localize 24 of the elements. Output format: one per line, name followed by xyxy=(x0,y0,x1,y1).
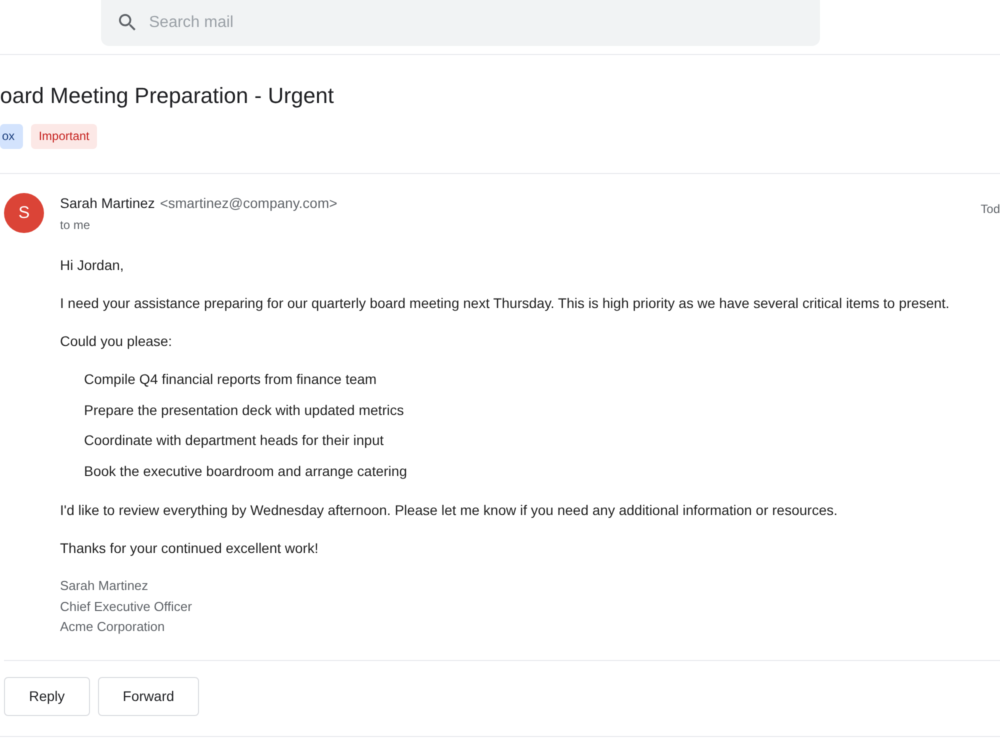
search-icon xyxy=(119,14,136,31)
list-item: Prepare the presentation deck with updated metrics xyxy=(84,400,404,420)
recipient-text: to me xyxy=(60,217,90,233)
signature-line: Acme Corporation xyxy=(60,618,165,636)
sender-avatar: S xyxy=(4,193,44,233)
message-paragraph: Could you please: xyxy=(60,332,172,351)
sender-email: <smartinez@company.com> xyxy=(160,195,338,211)
message-paragraph: I'd like to review everything by Wednesday afternoon. Please let me know if you need any additional information or resources. xyxy=(60,501,838,520)
message-paragraph: Thanks for your continued excellent work! xyxy=(60,539,318,558)
list-item: Coordinate with department heads for their input xyxy=(84,431,384,450)
label-chip[interactable]: Important xyxy=(30,124,98,149)
sender-name: Sarah Martinez xyxy=(60,195,155,211)
reply-button[interactable]: Reply xyxy=(4,676,90,716)
list-item: Compile Q4 financial reports from finance team xyxy=(84,370,377,389)
message-paragraph: Hi Jordan, xyxy=(60,256,124,275)
forward-button[interactable]: Forward xyxy=(98,676,200,716)
label-chip[interactable]: ox xyxy=(0,124,23,149)
message-paragraph: I need your assistance preparing for our quarterly board meeting next Thursday. This is high priority as we have several critical items to present. xyxy=(60,294,950,313)
signature-line: Sarah Martinez xyxy=(60,577,148,595)
email-subject: oard Meeting Preparation - Urgent xyxy=(0,82,334,110)
search-field[interactable]: Search mail xyxy=(101,0,820,46)
list-item: Book the executive boardroom and arrange catering xyxy=(84,462,407,481)
date-text: Tod xyxy=(980,201,1000,217)
signature-line: Chief Executive Officer xyxy=(60,598,192,616)
